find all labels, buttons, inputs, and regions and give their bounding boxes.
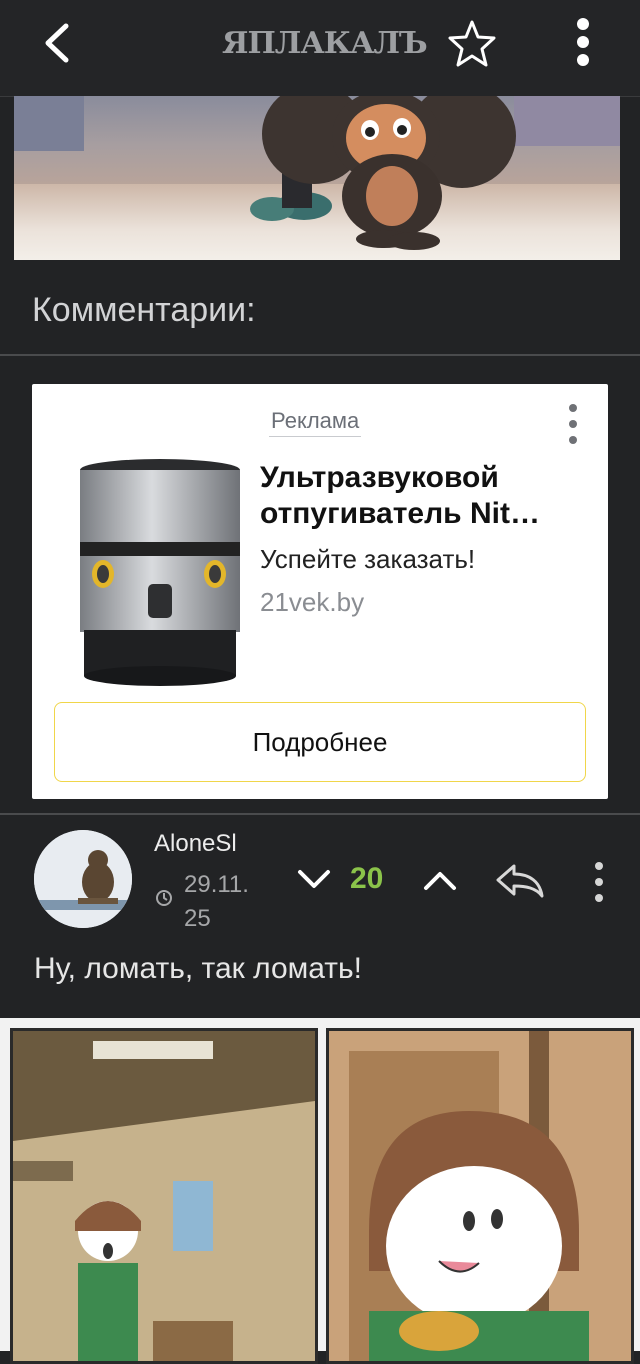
- ad-subtitle: Успейте заказать!: [260, 544, 476, 574]
- ad-domain[interactable]: 21vek.by: [260, 587, 364, 618]
- vote-up-button[interactable]: [420, 864, 460, 896]
- comment-more-icon[interactable]: [592, 860, 606, 904]
- ad-label: Реклама: [269, 408, 362, 437]
- top-app-bar: ЯПЛАКАЛЪ: [0, 0, 640, 97]
- comic-panel-right: [326, 1028, 634, 1364]
- comic-panel-left: [10, 1028, 318, 1364]
- ad-product-image[interactable]: [78, 458, 242, 686]
- more-vertical-icon[interactable]: [570, 14, 600, 70]
- back-button[interactable]: [34, 18, 84, 68]
- reply-icon: [496, 864, 544, 898]
- favorite-button[interactable]: [446, 18, 498, 70]
- clock-icon: [156, 890, 172, 906]
- ad-more-button[interactable]: Подробнее: [54, 702, 586, 782]
- reply-button[interactable]: [494, 860, 546, 900]
- divider: [0, 813, 640, 815]
- comment-image[interactable]: [0, 1018, 640, 1364]
- star-icon: [448, 20, 496, 67]
- comment-rating: 20: [350, 862, 384, 895]
- site-logo[interactable]: ЯПЛАКАЛЪ: [222, 24, 428, 64]
- post-image: [14, 96, 620, 260]
- comments-heading: Комментарии:: [32, 291, 256, 329]
- chevron-up-icon: [424, 872, 456, 890]
- divider: [0, 354, 640, 356]
- comment-username[interactable]: AloneSl: [154, 830, 237, 858]
- ad-card[interactable]: Реклама Ультразвуковой отпугиватель Nit……: [32, 384, 608, 799]
- ad-title[interactable]: Ультразвуковой отпугиватель Nit…: [260, 460, 600, 532]
- chevron-down-icon: [298, 870, 330, 888]
- vote-down-button[interactable]: [294, 864, 334, 896]
- ad-more-icon[interactable]: [566, 404, 580, 444]
- chevron-left-icon: [45, 23, 69, 63]
- comment-text: Ну, ломать, так ломать!: [34, 952, 362, 985]
- avatar[interactable]: [34, 830, 132, 928]
- comment-date: 29.11. 25: [184, 871, 249, 932]
